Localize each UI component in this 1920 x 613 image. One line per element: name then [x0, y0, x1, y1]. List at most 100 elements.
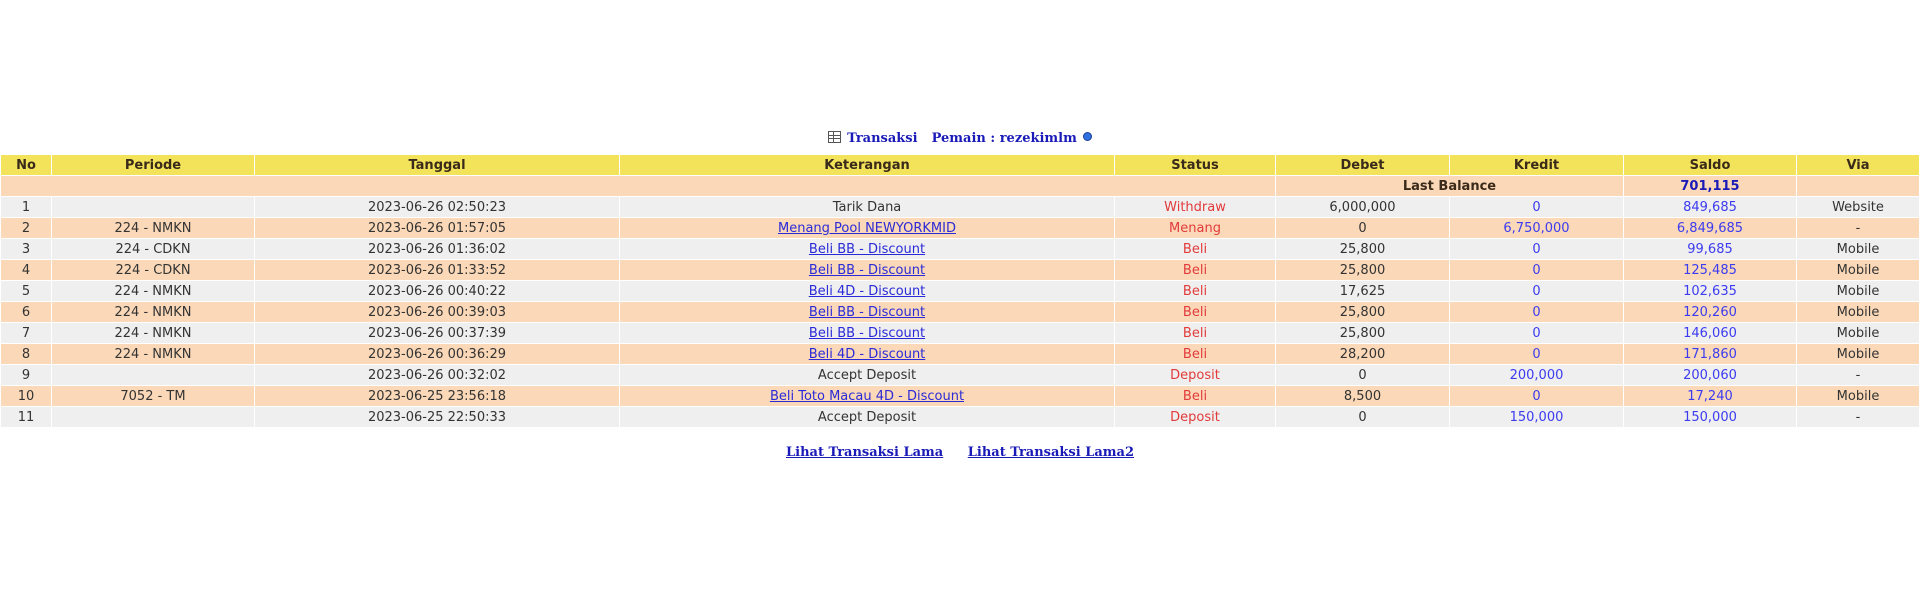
cell-via: Mobile [1797, 323, 1919, 343]
cell-saldo: 17,240 [1624, 386, 1796, 406]
cell-kredit: 0 [1450, 302, 1623, 322]
cell-periode [52, 197, 254, 217]
cell-periode: 224 - CDKN [52, 239, 254, 259]
table-row: 6 224 - NMKN 2023-06-26 00:39:03 Beli BB - … [1, 302, 1919, 322]
cell-via: Mobile [1797, 302, 1919, 322]
cell-status: Deposit [1115, 407, 1275, 427]
cell-tanggal: 2023-06-26 01:57:05 [255, 218, 619, 238]
player-label: Pemain : rezekimlm [931, 131, 1077, 146]
cell-no: 1 [1, 197, 51, 217]
cell-keterangan: Menang Pool NEWYORKMID [620, 218, 1114, 238]
last-balance-value: 701,115 [1624, 176, 1796, 196]
cell-debet: 0 [1276, 365, 1449, 385]
cell-kredit: 0 [1450, 197, 1623, 217]
cell-status: Beli [1115, 323, 1275, 343]
last-balance-label: Last Balance [1276, 176, 1623, 196]
cell-periode: 224 - NMKN [52, 344, 254, 364]
col-header-periode: Periode [52, 155, 254, 175]
cell-saldo: 125,485 [1624, 260, 1796, 280]
col-header-status: Status [1115, 155, 1275, 175]
transaction-detail-link[interactable]: Beli BB - Discount [809, 263, 925, 278]
transaction-detail-link[interactable]: Beli BB - Discount [809, 326, 925, 341]
cell-debet: 6,000,000 [1276, 197, 1449, 217]
table-header-row: No Periode Tanggal Keterangan Status Deb… [1, 155, 1919, 175]
cell-debet: 0 [1276, 218, 1449, 238]
cell-kredit: 0 [1450, 344, 1623, 364]
cell-kredit: 0 [1450, 281, 1623, 301]
cell-tanggal: 2023-06-26 01:36:02 [255, 239, 619, 259]
transaction-detail-link[interactable]: Beli Toto Macau 4D - Discount [770, 389, 964, 404]
page-title: Transaksi [847, 131, 918, 146]
transaction-detail-link[interactable]: Beli BB - Discount [809, 242, 925, 257]
cell-status: Beli [1115, 344, 1275, 364]
cell-via: Website [1797, 197, 1919, 217]
cell-periode [52, 407, 254, 427]
table-row: 4 224 - CDKN 2023-06-26 01:33:52 Beli BB - … [1, 260, 1919, 280]
cell-debet: 0 [1276, 407, 1449, 427]
cell-kredit: 6,750,000 [1450, 218, 1623, 238]
cell-keterangan: Accept Deposit [620, 365, 1114, 385]
table-row: 2 224 - NMKN 2023-06-26 01:57:05 Menang Poo… [1, 218, 1919, 238]
cell-status: Beli [1115, 260, 1275, 280]
cell-tanggal: 2023-06-26 00:32:02 [255, 365, 619, 385]
cell-debet: 17,625 [1276, 281, 1449, 301]
col-header-no: No [1, 155, 51, 175]
cell-kredit: 0 [1450, 323, 1623, 343]
info-icon[interactable] [1082, 132, 1092, 141]
cell-kredit: 0 [1450, 239, 1623, 259]
cell-saldo: 849,685 [1624, 197, 1796, 217]
cell-keterangan: Tarik Dana [620, 197, 1114, 217]
cell-status: Menang [1115, 218, 1275, 238]
cell-saldo: 146,060 [1624, 323, 1796, 343]
cell-no: 10 [1, 386, 51, 406]
old-transactions-link[interactable]: Lihat Transaksi Lama [786, 445, 943, 460]
transaction-detail-link[interactable]: Menang Pool NEWYORKMID [778, 221, 956, 236]
cell-saldo: 200,060 [1624, 365, 1796, 385]
cell-keterangan: Beli BB - Discount [620, 323, 1114, 343]
cell-saldo: 6,849,685 [1624, 218, 1796, 238]
cell-tanggal: 2023-06-26 02:50:23 [255, 197, 619, 217]
cell-periode [52, 365, 254, 385]
col-header-kredit: Kredit [1450, 155, 1623, 175]
old-transactions-2-link[interactable]: Lihat Transaksi Lama2 [968, 445, 1134, 460]
cell-no: 5 [1, 281, 51, 301]
cell-via: - [1797, 218, 1919, 238]
cell-tanggal: 2023-06-26 00:36:29 [255, 344, 619, 364]
cell-via: Mobile [1797, 260, 1919, 280]
table-icon [828, 131, 842, 143]
cell-periode: 224 - CDKN [52, 260, 254, 280]
cell-status: Deposit [1115, 365, 1275, 385]
footer-links: Lihat Transaksi Lama Lihat Transaksi Lam… [0, 445, 1920, 460]
cell-kredit: 0 [1450, 260, 1623, 280]
cell-debet: 25,800 [1276, 302, 1449, 322]
cell-tanggal: 2023-06-25 23:56:18 [255, 386, 619, 406]
cell-no: 8 [1, 344, 51, 364]
table-row: 9 2023-06-26 00:32:02 Accept Deposit Deposi… [1, 365, 1919, 385]
cell-periode: 224 - NMKN [52, 218, 254, 238]
cell-via: Mobile [1797, 281, 1919, 301]
cell-saldo: 120,260 [1624, 302, 1796, 322]
cell-periode: 224 - NMKN [52, 281, 254, 301]
cell-no: 7 [1, 323, 51, 343]
cell-periode: 224 - NMKN [52, 323, 254, 343]
transaction-detail-link[interactable]: Beli 4D - Discount [809, 347, 926, 362]
col-header-tanggal: Tanggal [255, 155, 619, 175]
transactions-table: No Periode Tanggal Keterangan Status Deb… [0, 154, 1920, 428]
cell-no: 6 [1, 302, 51, 322]
transaction-detail-link[interactable]: Beli 4D - Discount [809, 284, 926, 299]
cell-saldo: 171,860 [1624, 344, 1796, 364]
cell-periode: 7052 - TM [52, 386, 254, 406]
cell-kredit: 200,000 [1450, 365, 1623, 385]
cell-keterangan: Accept Deposit [620, 407, 1114, 427]
transaction-detail-link[interactable]: Beli BB - Discount [809, 305, 925, 320]
cell-tanggal: 2023-06-26 00:39:03 [255, 302, 619, 322]
cell-no: 4 [1, 260, 51, 280]
cell-debet: 25,800 [1276, 239, 1449, 259]
cell-keterangan: Beli 4D - Discount [620, 281, 1114, 301]
cell-no: 3 [1, 239, 51, 259]
table-row: 11 2023-06-25 22:50:33 Accept Deposit Depos… [1, 407, 1919, 427]
table-row: 1 2023-06-26 02:50:23 Tarik Dana Withdraw 6,… [1, 197, 1919, 217]
cell-status: Beli [1115, 386, 1275, 406]
cell-keterangan: Beli BB - Discount [620, 302, 1114, 322]
cell-saldo: 99,685 [1624, 239, 1796, 259]
